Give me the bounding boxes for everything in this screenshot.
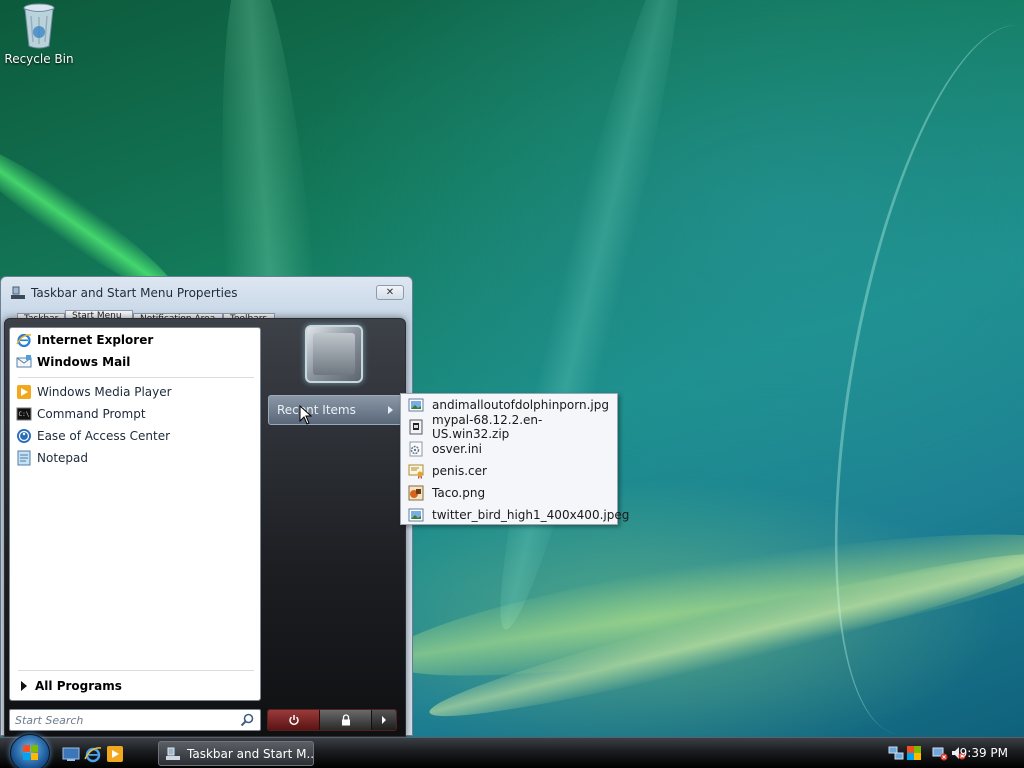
pinned-windows-mail[interactable]: Windows Mail (13, 352, 257, 372)
recent-item-label: twitter_bird_high1_400x400.jpeg (432, 508, 630, 522)
recycle-bin-icon (23, 3, 55, 49)
lock-button[interactable] (320, 710, 372, 730)
menu-item-label: Internet Explorer (37, 333, 154, 347)
all-programs-button[interactable]: All Programs (13, 676, 257, 696)
menu-item-label: Command Prompt (37, 407, 146, 421)
recycle-bin-label: Recycle Bin (4, 52, 74, 66)
user-account-picture[interactable] (305, 325, 363, 383)
recent-item-label: Taco.png (432, 486, 486, 500)
certificate-file-icon (408, 464, 424, 479)
wallpaper-streak (789, 6, 1024, 754)
taskbar-clock[interactable]: 9:39 PM (960, 746, 1008, 760)
menu-separator (18, 377, 254, 378)
close-icon: ✕ (385, 287, 395, 298)
mouse-cursor-icon (299, 405, 313, 425)
recent-item[interactable]: Taco.png (404, 482, 614, 504)
taskbar-window-label: Taskbar and Start M... (187, 746, 314, 761)
program-command-prompt[interactable]: C:\ Command Prompt (13, 404, 257, 424)
power-button[interactable] (268, 710, 320, 730)
close-button[interactable]: ✕ (376, 285, 404, 300)
start-menu-programs-pane: Internet Explorer Windows Mail Windows M… (9, 327, 261, 701)
search-icon[interactable] (240, 713, 254, 727)
show-desktop-icon[interactable] (62, 745, 80, 763)
recent-item-label: osver.ini (432, 442, 482, 456)
all-programs-label: All Programs (35, 679, 122, 693)
recent-items-label: Recent Items (277, 403, 356, 417)
wallpaper-streak (377, 505, 1024, 705)
power-icon (288, 715, 299, 726)
png-file-icon (408, 485, 424, 501)
start-menu: Internet Explorer Windows Mail Windows M… (4, 318, 406, 737)
recent-item-label: mypal-68.12.2.en-US.win32.zip (432, 413, 543, 441)
program-windows-media-player[interactable]: Windows Media Player (13, 382, 257, 402)
recycle-bin-desktop-icon[interactable]: Recycle Bin (4, 2, 74, 66)
program-notepad[interactable]: Notepad (13, 448, 257, 468)
window-title: Taskbar and Start Menu Properties (31, 286, 238, 300)
zip-file-icon (409, 419, 423, 435)
command-prompt-icon: C:\ (16, 407, 32, 421)
pinned-internet-explorer[interactable]: Internet Explorer (13, 330, 257, 350)
program-ease-of-access-center[interactable]: Ease of Access Center (13, 426, 257, 446)
recent-item[interactable]: osver.ini (404, 438, 614, 460)
start-search-box[interactable] (9, 709, 261, 731)
wallpaper-streak (476, 0, 704, 637)
image-file-icon (408, 398, 424, 412)
taskbar-properties-icon (11, 286, 25, 299)
all-programs-arrow-icon (21, 681, 27, 691)
network-status-icon[interactable] (932, 745, 948, 761)
windows-logo-icon (23, 745, 38, 760)
power-button-group (267, 709, 397, 731)
wallpaper-streak (423, 533, 1024, 737)
notification-area: 9:39 PM (868, 738, 1024, 768)
recent-item-label: penis.cer (432, 464, 487, 478)
notepad-icon (17, 450, 31, 466)
submenu-arrow-icon (388, 406, 393, 414)
windows-mail-icon (16, 355, 32, 368)
taskbar-properties-icon (166, 747, 180, 760)
start-button[interactable] (10, 734, 50, 768)
image-file-icon (408, 508, 424, 522)
recent-items-submenu: andimalloutofdolphinporn.jpg mypal-68.12… (400, 393, 629, 526)
recent-item[interactable]: penis.cer (404, 460, 614, 482)
network-icon[interactable] (888, 745, 904, 761)
taskbar-window-button[interactable]: Taskbar and Start M... (158, 741, 314, 766)
shutdown-options-button[interactable] (372, 710, 396, 730)
menu-separator (18, 670, 254, 671)
recent-item[interactable]: mypal-68.12.2.en-US.win32.zip (404, 413, 614, 441)
lock-icon (341, 714, 350, 726)
user-picture-frame (313, 333, 355, 375)
menu-item-label: Ease of Access Center (37, 429, 171, 443)
settings-file-icon (409, 441, 423, 457)
menu-item-label: Notepad (37, 451, 88, 465)
security-center-icon[interactable] (906, 745, 922, 761)
media-player-icon (17, 385, 31, 399)
media-player-icon[interactable] (106, 745, 124, 763)
ease-of-access-icon (17, 429, 31, 443)
chevron-right-icon (382, 716, 386, 724)
recent-item[interactable]: twitter_bird_high1_400x400.jpeg (404, 504, 629, 526)
menu-item-label: Windows Mail (37, 355, 131, 369)
menu-item-label: Windows Media Player (37, 385, 172, 399)
internet-explorer-icon[interactable] (84, 745, 102, 763)
recent-items-menu-button[interactable]: Recent Items (268, 395, 402, 425)
internet-explorer-icon (16, 333, 32, 348)
recent-item-label: andimalloutofdolphinporn.jpg (432, 398, 609, 412)
start-search-input[interactable] (10, 710, 232, 730)
taskbar: Taskbar and Start M... 9:39 PM (0, 734, 1024, 768)
svg-text:C:\: C:\ (19, 411, 30, 418)
